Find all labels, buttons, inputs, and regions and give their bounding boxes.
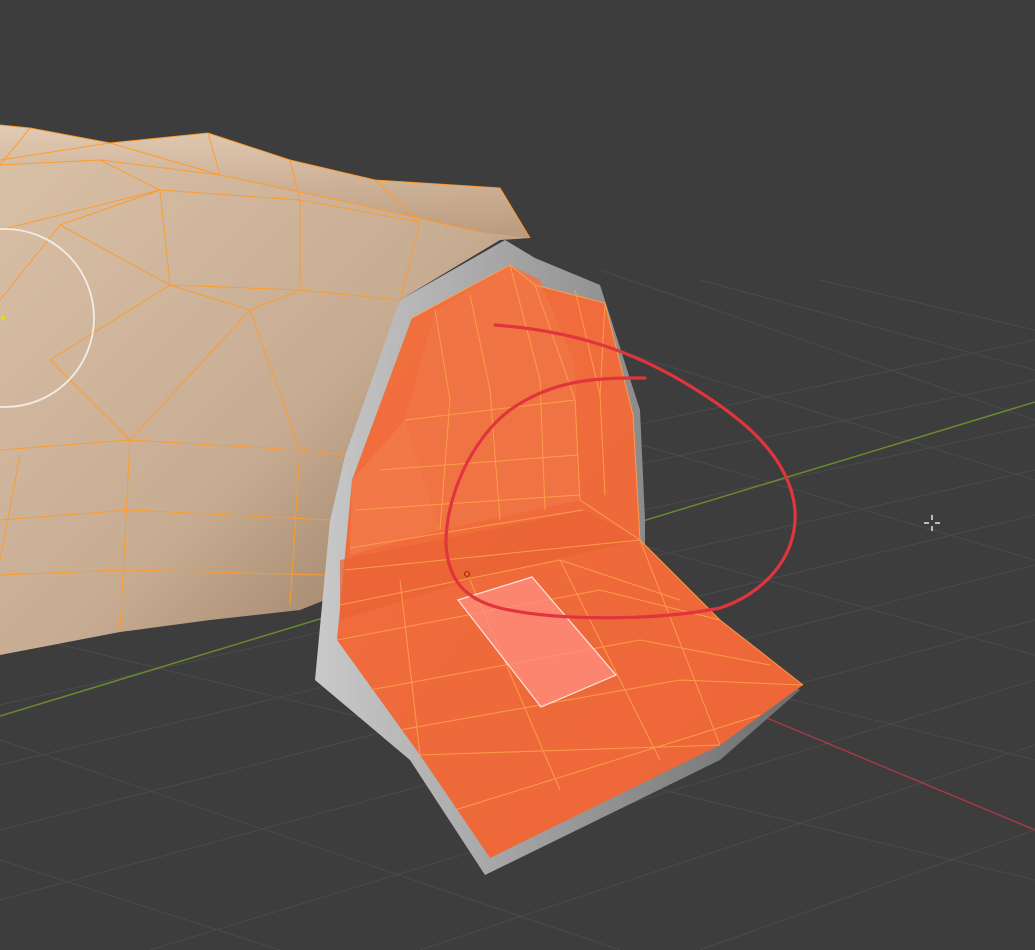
selected-vertex[interactable] [464, 571, 470, 577]
pivot-point-icon [1, 316, 5, 320]
3d-viewport[interactable] [0, 0, 1035, 950]
